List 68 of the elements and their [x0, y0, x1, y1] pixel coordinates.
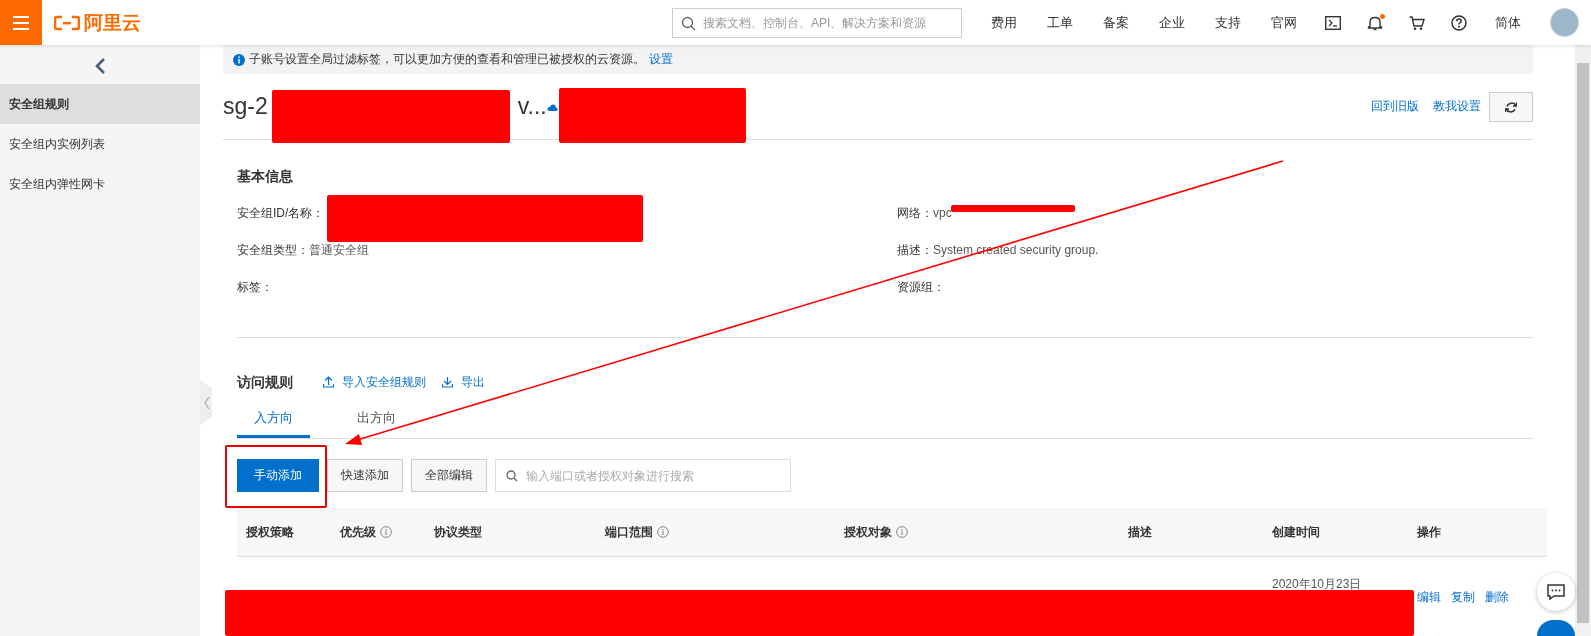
tab[interactable]: 入方向	[237, 409, 310, 438]
logo-icon	[54, 14, 80, 31]
chat-icon	[1547, 584, 1565, 600]
floating-button[interactable]	[1537, 620, 1575, 636]
info-icon	[233, 53, 245, 66]
download-icon	[442, 376, 453, 388]
field-label: 标签：	[237, 279, 273, 295]
row-action-link[interactable]: 编辑	[1417, 589, 1441, 617]
table-cell-text: 2020年10月23日	[1272, 576, 1363, 593]
nav-link[interactable]: 备案	[1103, 13, 1129, 32]
toolbar-button[interactable]: 全部编辑	[411, 459, 487, 492]
nav-link[interactable]: 支持	[1215, 13, 1241, 32]
sidebar-item[interactable]: 安全组规则	[0, 84, 200, 124]
nav-link[interactable]: 官网	[1271, 13, 1297, 32]
column-header: 端口范围	[605, 523, 653, 541]
refresh-icon	[1505, 100, 1517, 113]
language-link[interactable]: 简体	[1495, 13, 1521, 32]
bell-icon[interactable]	[1367, 14, 1383, 31]
terminal-icon[interactable]	[1325, 14, 1341, 31]
field-label: 资源组：	[897, 279, 945, 295]
scrollbar-thumb[interactable]	[1577, 63, 1589, 623]
column-header: 创建时间	[1272, 523, 1320, 541]
header-link[interactable]: 教我设置	[1433, 98, 1481, 115]
search-field[interactable]: 搜索文档、控制台、API、解决方案和资源	[672, 7, 962, 38]
tab[interactable]: 出方向	[340, 409, 413, 438]
menu-icon	[13, 14, 29, 31]
nav-link[interactable]: 工单	[1047, 13, 1073, 32]
sidebar-item[interactable]: 安全组内弹性网卡	[0, 164, 200, 204]
toolbar-button[interactable]: 快速添加	[327, 459, 403, 492]
notice-text: 子账号设置全局过滤标签，可以更加方便的查看和管理已被授权的云资源。	[249, 51, 645, 68]
field-label: 安全组ID/名称：	[237, 205, 325, 221]
help-icon[interactable]	[1451, 14, 1467, 31]
search-icon	[506, 470, 518, 482]
cloud-icon	[546, 101, 558, 112]
column-header: 协议类型	[434, 523, 482, 541]
settings-link[interactable]: 设置	[649, 51, 673, 68]
toolbar-link[interactable]: 导出	[442, 373, 485, 391]
toolbar-link[interactable]: 导入安全组规则	[323, 373, 426, 391]
chat-button[interactable]	[1537, 573, 1575, 611]
field-label: 安全组类型：	[237, 242, 309, 258]
field-label: 网络：	[897, 205, 933, 221]
menu-button[interactable]	[0, 0, 42, 45]
column-header: 授权策略	[246, 523, 294, 541]
field-value: vpc	[933, 205, 952, 221]
add-button[interactable]: 手动添加	[237, 459, 319, 492]
column-header: 操作	[1417, 523, 1441, 541]
nav-link[interactable]: 费用	[991, 13, 1017, 32]
page-title: sg-2	[223, 93, 268, 120]
upload-icon	[323, 376, 334, 388]
nav-link[interactable]: 企业	[1159, 13, 1185, 32]
field-label: 描述：	[897, 242, 933, 258]
sidebar-item[interactable]: 安全组内实例列表	[0, 124, 200, 164]
collapse-handle[interactable]	[200, 380, 212, 425]
column-header: 优先级	[340, 523, 376, 541]
chevron-left-icon	[202, 394, 210, 411]
section-title: 基本信息	[237, 168, 294, 184]
refresh-button[interactable]	[1489, 91, 1533, 122]
page-title: v...	[517, 93, 547, 120]
search-field[interactable]: 输入端口或者授权对象进行搜索	[495, 459, 791, 492]
section-title: 访问规则	[237, 374, 293, 390]
search-icon	[681, 15, 696, 31]
field-value: 普通安全组	[309, 242, 369, 258]
header-link[interactable]: 回到旧版	[1371, 98, 1419, 115]
cart-icon[interactable]	[1409, 14, 1425, 31]
row-action-link[interactable]: 删除	[1485, 589, 1509, 617]
column-header: 授权对象	[844, 523, 892, 541]
column-header: 描述	[1128, 523, 1152, 541]
row-action-link[interactable]: 复制	[1451, 589, 1475, 617]
